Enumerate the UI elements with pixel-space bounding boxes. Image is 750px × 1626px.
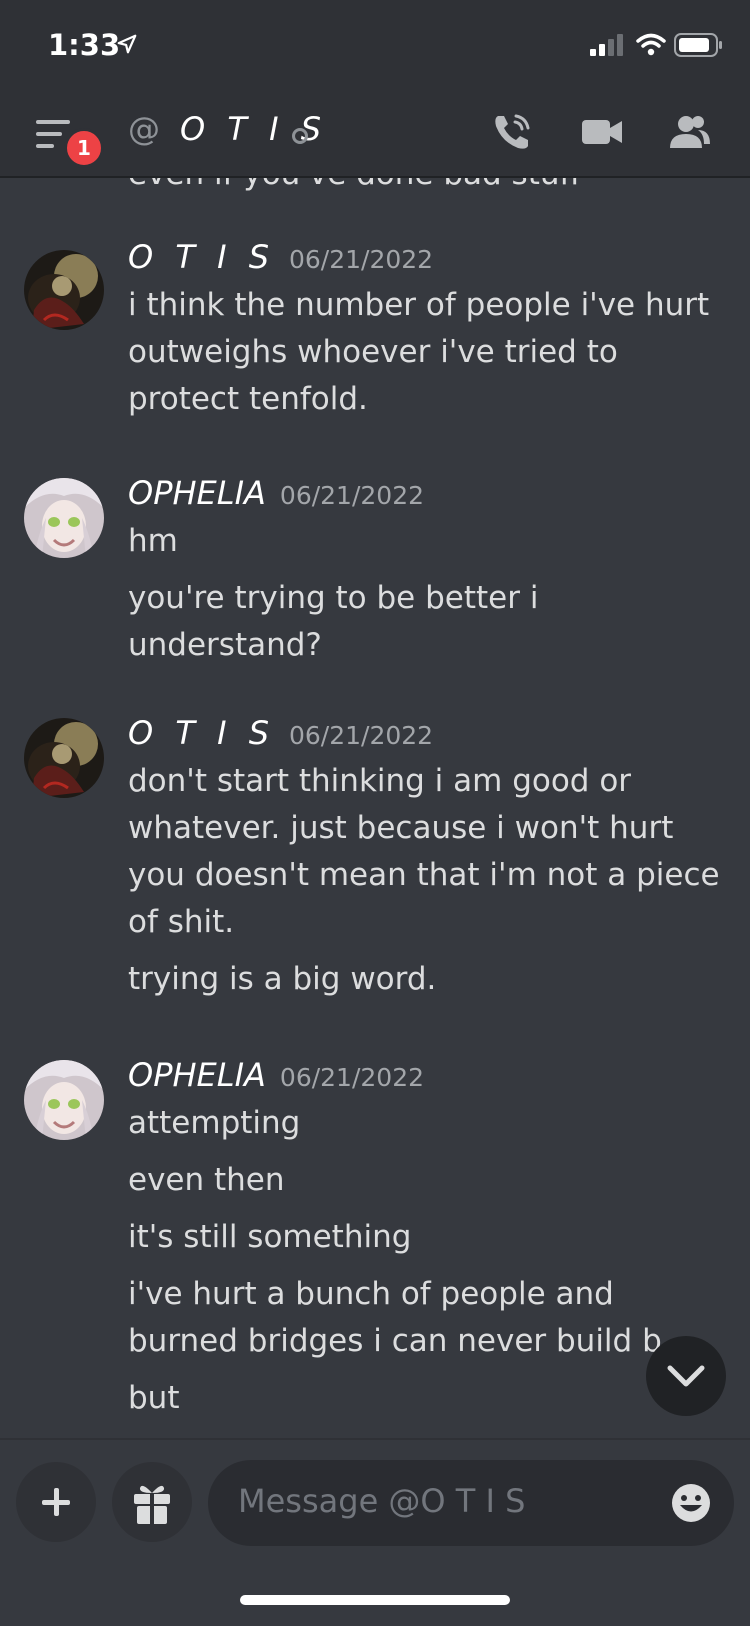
message-text: you're trying to be better i understand? <box>128 580 539 663</box>
offline-status-icon <box>292 128 308 144</box>
message-input[interactable]: Message @O T I S <box>208 1460 734 1546</box>
wifi-icon <box>636 33 666 56</box>
plus-icon <box>42 1488 70 1516</box>
message-text: trying is a big word. <box>128 961 437 997</box>
message-author[interactable]: O T I S 06/21/2022 <box>128 714 433 752</box>
message-list[interactable]: even if you've done bad stuff O T I S06/… <box>0 178 750 1438</box>
message-text: but <box>128 1380 180 1416</box>
location-arrow-icon <box>117 34 137 54</box>
add-attachment-button[interactable] <box>16 1462 96 1542</box>
message-text: attempting <box>128 1105 301 1141</box>
message-text: even if you've done bad stuff <box>128 178 581 192</box>
message-timestamp: 06/21/2022 <box>289 245 434 274</box>
avatar[interactable] <box>24 250 104 330</box>
at-icon: @ <box>128 110 160 148</box>
notification-badge: 1 <box>64 128 104 168</box>
status-time: 1:33 <box>48 28 121 62</box>
video-camera-icon[interactable] <box>580 110 624 154</box>
members-icon[interactable] <box>668 110 712 154</box>
message-text: even then <box>128 1162 285 1198</box>
message-timestamp: 06/21/2022 <box>289 721 434 750</box>
message-timestamp: 06/21/2022 <box>279 1063 425 1092</box>
message-author[interactable]: O T I S 06/21/2022 <box>128 238 433 276</box>
channel-header: 1 @ O T I S <box>0 90 750 178</box>
message-text: it's still something <box>128 1219 412 1255</box>
chevron-down-icon <box>667 1365 705 1387</box>
phone-icon[interactable] <box>490 110 534 154</box>
message-body: attempting even then it's still somethin… <box>128 1100 728 1432</box>
message-author[interactable]: OPHELIA 06/21/2022 <box>128 1056 424 1094</box>
message-text: i've hurt a bunch of people and burned b… <box>128 1276 662 1359</box>
scroll-to-bottom-button[interactable] <box>646 1336 726 1416</box>
emoji-icon[interactable] <box>670 1482 712 1524</box>
avatar[interactable] <box>24 718 104 798</box>
home-indicator <box>240 1595 510 1605</box>
status-bar: 1:33 <box>0 0 750 90</box>
message-text: i think the number of people i've hurt o… <box>128 287 710 417</box>
message-input-placeholder: Message @O T I S <box>238 1482 526 1520</box>
message-body: hm you're trying to be better i understa… <box>128 518 728 679</box>
avatar[interactable] <box>24 478 104 558</box>
cellular-signal-icon <box>590 34 623 56</box>
avatar[interactable] <box>24 1060 104 1140</box>
battery-icon <box>674 33 722 57</box>
message-text: don't start thinking i am good or whatev… <box>128 763 720 940</box>
gift-button[interactable] <box>112 1462 192 1542</box>
message-author[interactable]: OPHELIA 06/21/2022 <box>128 474 424 512</box>
message-text: hm <box>128 523 178 559</box>
message-body: don't start thinking i am good or whatev… <box>128 758 728 1013</box>
message-timestamp: 06/21/2022 <box>279 481 425 510</box>
message-body: i think the number of people i've hurt o… <box>128 282 728 433</box>
gift-icon <box>134 1485 170 1524</box>
